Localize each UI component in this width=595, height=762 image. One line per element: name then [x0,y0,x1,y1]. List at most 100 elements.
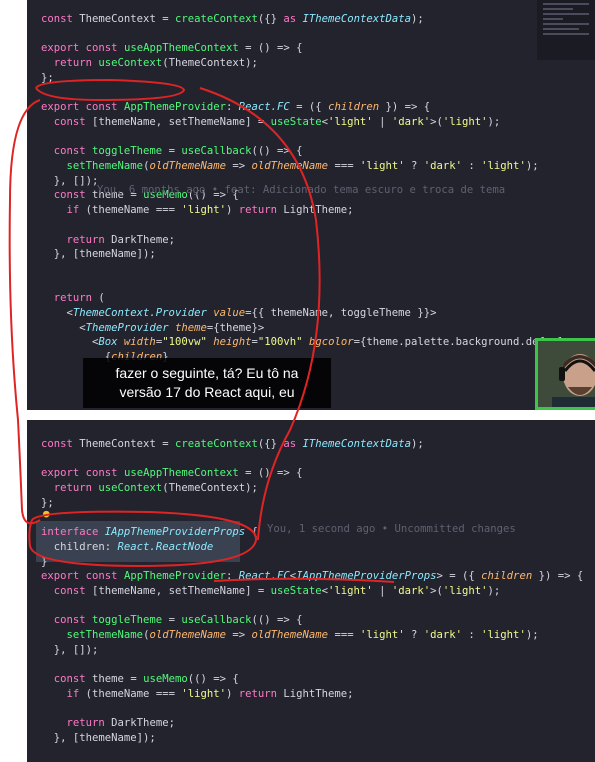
code-token: (ThemeContext); [162,482,258,495]
code-token: => [232,629,252,642]
code-token: useState [270,585,322,597]
code-line[interactable]: return useContext(ThemeContext); [41,56,258,70]
code-token: === [334,629,360,642]
code-line[interactable]: if (themeName === 'light') return LightT… [41,687,354,701]
code-token: as [283,438,303,450]
code-token: = () => { [245,42,303,55]
code-line[interactable]: }, [themeName]); [41,247,156,261]
code-token: const [41,145,93,158]
code-token: }; [41,71,54,84]
code-token: return [238,204,284,217]
code-token: const [85,42,124,55]
code-line[interactable]: <ThemeProvider theme={theme}> [41,321,264,335]
code-token: const [41,614,93,627]
code-line[interactable]: return DarkTheme; [41,716,175,730]
editor-panel-bottom: ● const ThemeContext = createContext({} … [27,420,595,762]
code-token: toggleTheme [92,614,169,627]
code-line[interactable]: const ThemeContext = createContext({} as… [41,12,424,26]
code-token: 'light' [181,204,226,217]
code-token: return [41,717,112,730]
minimap[interactable] [537,0,595,60]
code-token: < [41,321,86,334]
code-token: IThemeContextData [302,13,411,25]
code-token: const [41,673,93,686]
code-line[interactable]: <ThemeContext.Provider value={{ themeNam… [41,306,437,320]
code-token: 'light' [481,629,526,642]
code-token: ? [410,160,424,172]
code-line[interactable]: }; [41,496,54,510]
code-token: const [41,189,93,202]
editor-panel-top: const ThemeContext = createContext({} as… [27,0,595,410]
caption-line-2: versão 17 do React aqui, eu [119,384,295,400]
code-token: | [372,585,392,597]
code-token: : [468,160,482,172]
code-token: }) => { [385,101,431,114]
code-line[interactable]: setThemeName(oldThemeName => oldThemeNam… [41,159,539,173]
code-line[interactable]: }, []); [41,174,99,188]
code-line[interactable]: const [themeName, setThemeName] = useSta… [41,584,501,598]
code-token: < [41,336,99,349]
code-token: 'dark' [423,629,469,642]
code-token: 'light' [328,115,373,128]
code-line[interactable]: const toggleTheme = useCallback(() => { [41,144,303,158]
code-token: [themeName, setThemeName] [92,585,258,597]
code-token: return [238,687,284,700]
code-token: => [232,160,252,172]
code-token: React.FC [238,570,290,583]
code-token: 'light' [181,687,226,700]
code-line[interactable]: const theme = useMemo(() => { [41,672,239,686]
code-token: 'light' [359,160,411,172]
code-line[interactable]: } [41,555,47,569]
code-line[interactable]: if (themeName === 'light') return LightT… [41,203,354,217]
code-token: > [436,570,450,583]
code-line[interactable]: const toggleTheme = useCallback(() => { [41,613,303,627]
code-line[interactable]: }; [41,71,54,85]
code-line[interactable]: setThemeName(oldThemeName => oldThemeNam… [41,628,539,642]
code-token: ={theme}> [206,321,265,334]
code-token: useContext [98,482,163,495]
code-token: = [257,585,271,597]
code-line[interactable]: export const useAppThemeContext = () => … [41,41,303,55]
code-token: export [41,101,86,114]
code-line[interactable]: children: React.ReactNode [41,540,213,554]
code-token: | [372,115,392,128]
code-token: ThemeContext [79,438,163,450]
code-token: } [41,555,48,568]
code-token: = [162,13,175,25]
code-token: = [168,145,182,158]
code-line[interactable]: const [themeName, setThemeName] = useSta… [41,115,501,129]
code-token: useMemo [143,673,188,686]
code-token: createContext [174,13,258,25]
code-line[interactable]: return DarkTheme; [41,233,175,247]
code-token: AppThemeProvider [123,101,226,114]
code-token: ); [525,160,539,172]
code-token: = [168,614,182,627]
code-line[interactable]: export const AppThemeProvider: React.FC … [41,100,430,114]
git-blame-annotation: You, 6 months ago • feat: Adicionado tem… [97,184,506,196]
code-line[interactable]: const ThemeContext = createContext({} as… [41,437,424,451]
code-token: ThemeContext [79,13,163,25]
code-token: 'dark' [391,585,431,597]
code-token: = [162,438,175,450]
code-line[interactable]: }, []); [41,643,99,657]
code-token: : [104,540,118,553]
code-line[interactable]: export const useAppThemeContext = () => … [41,466,303,480]
code-token: 'dark' [423,160,469,172]
code-line[interactable]: export const AppThemeProvider: React.FC<… [41,569,583,583]
code-token: : [468,629,482,642]
code-token: IThemeContextData [302,438,411,450]
caption-line-1: fazer o seguinte, tá? Eu tô na [115,365,299,381]
code-token: interface [41,526,105,539]
code-token: Box [98,336,124,349]
git-blame-annotation-bottom: You, 1 second ago • Uncommitted changes [267,523,516,535]
code-token: (themeName === [85,687,182,700]
code-line[interactable]: return ( [41,291,105,305]
code-token: ) [225,204,239,217]
code-token: useAppThemeContext [123,467,246,480]
code-line[interactable]: }, [themeName]); [41,731,156,745]
code-line[interactable]: interface IAppThemeProviderProps { [41,525,258,539]
code-line[interactable]: return useContext(ThemeContext); [41,481,258,495]
code-line[interactable]: <Box width="100vw" height="100vh" bgcolo… [41,335,564,349]
code-token: >( [430,585,443,597]
code-token: useState [270,115,322,128]
